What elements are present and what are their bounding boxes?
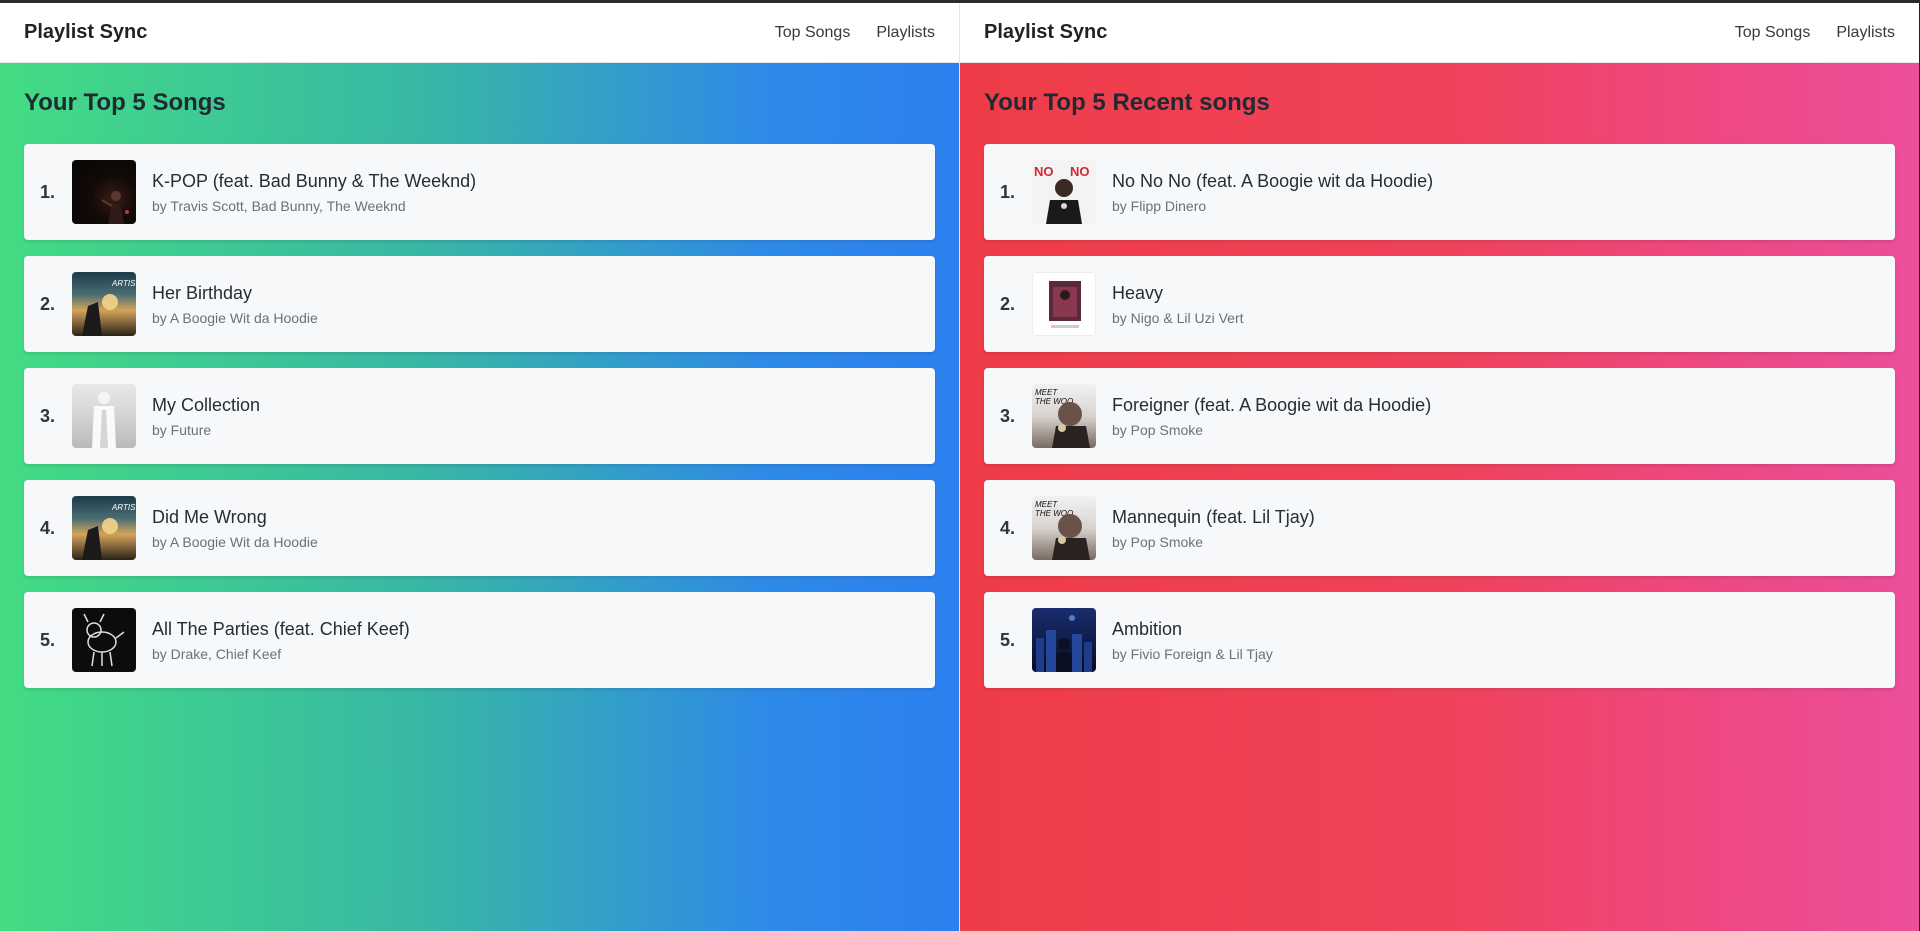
song-card[interactable]: 5. All The Parties (feat. Chief Keef) by… [24, 592, 935, 688]
song-title: K-POP (feat. Bad Bunny & The Weeknd) [152, 170, 477, 191]
nav-links: Top Songs Playlists [1735, 24, 1895, 42]
section-heading: Your Top 5 Recent songs [984, 89, 1270, 116]
song-list: 1. K-POP (feat. Bad Bunny & The Weeknd) … [24, 144, 935, 688]
main-content: Your Top 5 Songs 1. K-POP (feat. Bad Bun… [0, 63, 959, 688]
song-card[interactable]: 1. K-POP (feat. Bad Bunny & The Weeknd) … [24, 144, 935, 240]
song-list: 1. NO NO No No No (feat. A Boogie wit da… [984, 144, 1895, 688]
svg-text:NO: NO [1070, 164, 1090, 179]
song-title: Foreigner (feat. A Boogie wit da Hoodie) [1112, 394, 1432, 415]
portrait-icon: NO NO [1034, 164, 1090, 224]
svg-text:ARTIST: ARTIST [111, 503, 136, 512]
album-art: MEET THE WOO [1032, 384, 1096, 448]
song-title: Her Birthday [152, 282, 253, 303]
white-coat-figure-icon [92, 392, 116, 448]
album-art: ARTIST [72, 272, 136, 336]
song-title: My Collection [152, 394, 261, 415]
song-card[interactable]: 3. MEET THE WOO Foreigner (feat. A Boogi… [984, 368, 1895, 464]
song-title: Mannequin (feat. Lil Tjay) [1112, 506, 1315, 527]
svg-text:NO: NO [1034, 164, 1054, 179]
song-rank: 5. [40, 629, 56, 650]
song-title: No No No (feat. A Boogie wit da Hoodie) [1112, 170, 1434, 191]
album-art [72, 160, 136, 224]
song-meta: K-POP (feat. Bad Bunny & The Weeknd) by … [152, 171, 476, 214]
song-rank: 3. [40, 405, 56, 426]
main-content: Your Top 5 Recent songs 1. NO NO No No N… [960, 63, 1919, 688]
nav-link-playlists[interactable]: Playlists [876, 24, 935, 42]
song-meta: Did Me Wrong by A Boogie Wit da Hoodie [152, 507, 318, 550]
nav-link-playlists[interactable]: Playlists [1836, 24, 1895, 42]
song-rank: 4. [40, 517, 56, 538]
portrait-icon: MEET THE WOO [1035, 500, 1090, 560]
song-card[interactable]: 3. My Collection by Future [24, 368, 935, 464]
song-rank: 1. [1000, 181, 1016, 202]
song-card[interactable]: 4. MEET THE WOO Mannequin (feat. Lil Tja… [984, 480, 1895, 576]
song-meta: No No No (feat. A Boogie wit da Hoodie) … [1112, 171, 1433, 214]
song-meta: Ambition by Fivio Foreign & Lil Tjay [1112, 619, 1273, 662]
album-art: ARTIST [72, 496, 136, 560]
album-art [72, 384, 136, 448]
song-meta: My Collection by Future [152, 395, 260, 438]
navbar: Playlist Sync Top Songs Playlists [960, 3, 1919, 63]
song-meta: Foreigner (feat. A Boogie wit da Hoodie)… [1112, 395, 1431, 438]
navbar: Playlist Sync Top Songs Playlists [0, 3, 959, 63]
nav-link-top-songs[interactable]: Top Songs [1735, 24, 1811, 42]
svg-text:MEET: MEET [1035, 500, 1058, 509]
brand-title[interactable]: Playlist Sync [984, 21, 1107, 44]
song-artist: by Pop Smoke [1112, 421, 1204, 438]
song-rank: 4. [1000, 517, 1016, 538]
silhouette-icon: ARTIST [82, 279, 136, 336]
song-card[interactable]: 5. Ambition by Fivio Foreign & Lil Tjay [984, 592, 1895, 688]
song-rank: 2. [40, 293, 56, 314]
city-skyline-icon [1036, 615, 1092, 672]
song-artist: by Nigo & Lil Uzi Vert [1112, 309, 1244, 326]
svg-text:ARTIST: ARTIST [111, 279, 136, 288]
song-card[interactable]: 4. ARTIST Did Me Wrong by A Boogie Wit d… [24, 480, 935, 576]
song-artist: by Future [152, 421, 212, 438]
album-art: MEET THE WOO [1032, 496, 1096, 560]
song-card[interactable]: 1. NO NO No No No (feat. A Boogie wit da… [984, 144, 1895, 240]
concert-figure-icon [101, 191, 129, 224]
song-artist: by Travis Scott, Bad Bunny, The Weeknd [152, 197, 406, 214]
song-artist: by Fivio Foreign & Lil Tjay [1112, 645, 1273, 662]
song-rank: 1. [40, 181, 56, 202]
song-artist: by A Boogie Wit da Hoodie [152, 309, 318, 326]
left-pane: Playlist Sync Top Songs Playlists Your T… [0, 3, 959, 931]
album-art [1032, 272, 1096, 336]
nav-links: Top Songs Playlists [775, 24, 935, 42]
song-card[interactable]: 2. ARTIST Her Birthday by A Boogie Wit d… [24, 256, 935, 352]
framed-photo-icon [1049, 281, 1081, 328]
album-art [1032, 608, 1096, 672]
portrait-icon: MEET THE WOO [1035, 388, 1090, 448]
song-title: Heavy [1112, 282, 1164, 303]
song-meta: Mannequin (feat. Lil Tjay) by Pop Smoke [1112, 507, 1315, 550]
brand-title[interactable]: Playlist Sync [24, 21, 147, 44]
song-artist: by Flipp Dinero [1112, 197, 1207, 214]
song-artist: by Drake, Chief Keef [152, 645, 282, 662]
svg-text:MEET: MEET [1035, 388, 1058, 397]
song-meta: All The Parties (feat. Chief Keef) by Dr… [152, 619, 410, 662]
song-title: All The Parties (feat. Chief Keef) [152, 618, 410, 639]
song-artist: by Pop Smoke [1112, 533, 1204, 550]
album-art [72, 608, 136, 672]
song-artist: by A Boogie Wit da Hoodie [152, 533, 318, 550]
section-heading: Your Top 5 Songs [24, 89, 226, 116]
song-rank: 5. [1000, 629, 1016, 650]
right-pane: Playlist Sync Top Songs Playlists Your T… [960, 3, 1919, 931]
nav-link-top-songs[interactable]: Top Songs [775, 24, 851, 42]
song-title: Ambition [1112, 618, 1183, 639]
song-meta: Her Birthday by A Boogie Wit da Hoodie [152, 283, 318, 326]
song-card[interactable]: 2. Heavy by Nigo & Lil Uzi Vert [984, 256, 1895, 352]
album-art: NO NO [1032, 160, 1096, 224]
song-meta: Heavy by Nigo & Lil Uzi Vert [1112, 283, 1244, 326]
dog-drawing-icon [83, 613, 125, 667]
song-rank: 3. [1000, 405, 1016, 426]
song-rank: 2. [1000, 293, 1016, 314]
song-title: Did Me Wrong [152, 506, 267, 527]
silhouette-icon: ARTIST [82, 503, 136, 560]
